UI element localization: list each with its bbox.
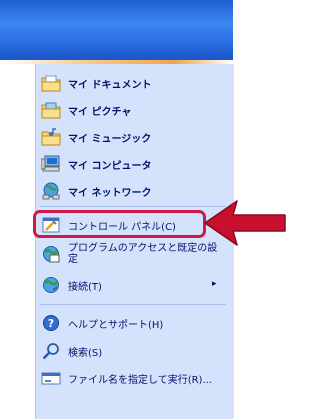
- my-documents-icon: [40, 72, 62, 94]
- menu-item-label: マイ ピクチャ: [68, 106, 132, 118]
- submenu-arrow-icon: ▸: [212, 279, 217, 289]
- menu-item-my-pictures[interactable]: マイ ピクチャ: [36, 97, 216, 123]
- menu-item-label: マイ ミュージック: [68, 133, 152, 145]
- menu-item-connect[interactable]: 接続(T): [36, 272, 216, 298]
- menu-item-label: マイ コンピュータ: [68, 160, 152, 172]
- pointer-arrow-icon: [204, 200, 286, 246]
- menu-item-label: マイ ドキュメント: [68, 79, 152, 91]
- menu-item-help[interactable]: ? ヘルプとサポート(H): [36, 310, 216, 336]
- menu-separator: [40, 304, 226, 305]
- menu-item-label: マイ ネットワーク: [68, 187, 152, 199]
- menu-item-label: プログラムのアクセスと既定の設 定: [68, 243, 217, 265]
- my-pictures-icon: [40, 99, 62, 121]
- menu-item-program-access[interactable]: プログラムのアクセスと既定の設 定: [36, 241, 217, 267]
- my-computer-icon: [40, 153, 62, 175]
- menu-item-label: 接続(T): [68, 281, 102, 293]
- menu-item-label: 検索(S): [68, 347, 103, 359]
- menu-item-my-computer[interactable]: マイ コンピュータ: [36, 151, 216, 177]
- my-music-icon: [40, 126, 62, 148]
- menu-item-run[interactable]: ファイル名を指定して実行(R)...: [36, 365, 216, 391]
- search-icon: [40, 340, 62, 362]
- menu-item-my-network[interactable]: マイ ネットワーク: [36, 178, 216, 204]
- menu-item-label-line2: 定: [68, 254, 78, 265]
- start-menu-header: [0, 0, 233, 60]
- control-panel-highlight: [33, 210, 206, 238]
- globe-icon: [40, 274, 62, 296]
- run-icon: [40, 367, 62, 389]
- menu-item-my-documents[interactable]: マイ ドキュメント: [36, 70, 216, 96]
- program-access-icon: [40, 243, 62, 265]
- my-network-icon: [40, 180, 62, 202]
- help-icon: ?: [40, 312, 62, 334]
- menu-item-label: ファイル名を指定して実行(R)...: [68, 374, 212, 386]
- svg-text:?: ?: [48, 317, 54, 330]
- menu-item-my-music[interactable]: マイ ミュージック: [36, 124, 216, 150]
- menu-item-search[interactable]: 検索(S): [36, 338, 216, 364]
- menu-separator: [40, 206, 226, 207]
- menu-item-label: ヘルプとサポート(H): [68, 319, 164, 331]
- menu-item-label-line1: プログラムのアクセスと既定の設: [68, 243, 218, 254]
- programs-pane: [0, 64, 35, 419]
